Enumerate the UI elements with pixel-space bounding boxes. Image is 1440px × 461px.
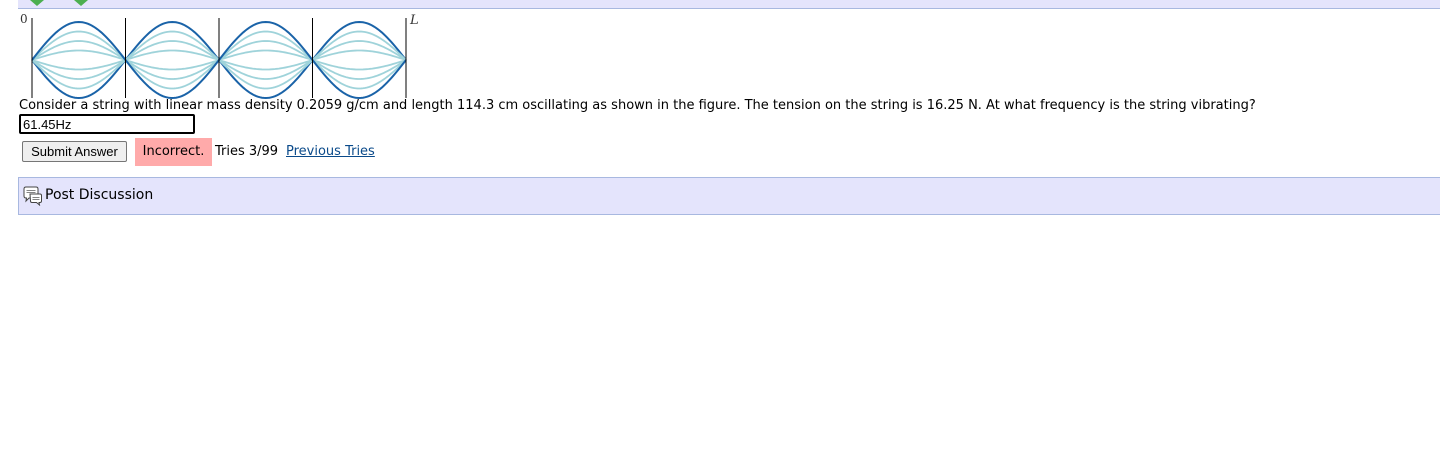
previous-arrow-icon[interactable] [28, 0, 46, 6]
node-dividers [31, 18, 407, 98]
submit-answer-button[interactable]: Submit Answer [22, 141, 127, 162]
discussion-bubble-icon [23, 186, 42, 206]
previous-tries-link[interactable]: Previous Tries [286, 143, 375, 160]
figure-label-start: 0 [20, 12, 28, 26]
next-arrow-icon[interactable] [72, 0, 90, 6]
figure-label-end: L [409, 13, 419, 28]
standing-wave-figure: 0 L [20, 12, 419, 100]
tries-count: Tries 3/99 [215, 144, 279, 159]
top-navigation-bar [18, 0, 1440, 9]
question-text: Consider a string with linear mass densi… [19, 98, 1256, 113]
post-discussion-label: Post Discussion [45, 187, 154, 203]
status-badge: Incorrect. [135, 138, 212, 166]
post-discussion-bar[interactable]: Post Discussion [18, 177, 1440, 215]
answer-input[interactable] [19, 114, 195, 134]
